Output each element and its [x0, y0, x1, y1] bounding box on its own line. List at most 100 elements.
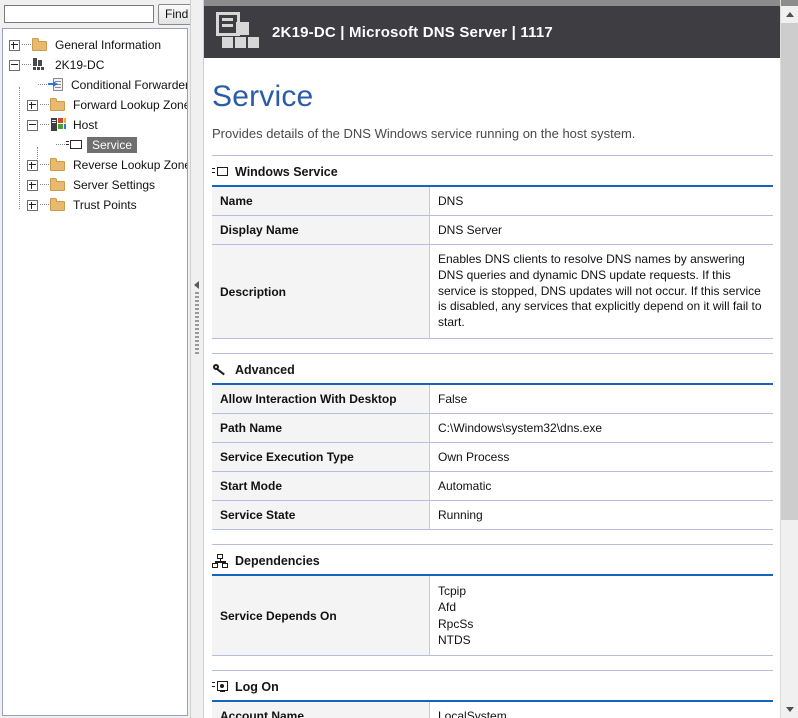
folder-icon	[50, 97, 66, 113]
domain-controller-icon	[32, 57, 48, 73]
section-header: Dependencies	[212, 544, 773, 574]
section-header: Windows Service	[212, 155, 773, 185]
search-input[interactable]	[4, 5, 154, 23]
sections-container: Windows Service Name DNS Display Name DNS Se…	[204, 155, 781, 718]
property-label: Service State	[212, 500, 430, 530]
property-label: Account Name	[212, 700, 430, 718]
chevron-up-icon	[785, 12, 794, 17]
tree-item-reverse-lookup-zones[interactable]: Reverse Lookup Zones	[3, 155, 187, 175]
property-value: Running	[429, 500, 773, 530]
windows-service-icon	[212, 164, 228, 180]
section-title: Windows Service	[235, 165, 338, 179]
properties-table: Name DNS Display Name DNS Server Description…	[212, 185, 773, 339]
property-label: Start Mode	[212, 471, 430, 501]
tree-item-host[interactable]: Host	[3, 115, 187, 135]
property-value: LocalSystem	[429, 700, 773, 718]
properties-table: Allow Interaction With Desktop False Path …	[212, 383, 773, 530]
pane-splitter[interactable]	[190, 0, 204, 718]
property-value: C:\Windows\system32\dns.exe	[429, 413, 773, 443]
table-row: Account Name LocalSystem	[212, 700, 773, 718]
section-dependencies: Dependencies Service Depends On Tcpip Afd …	[212, 544, 773, 656]
vertical-scrollbar[interactable]	[780, 0, 798, 718]
property-value: Enables DNS clients to resolve DNS names…	[429, 244, 773, 339]
scrollbar-top-strip	[781, 0, 798, 6]
navigation-tree[interactable]: General Information 2K19-DC Conditional Fo…	[2, 28, 188, 716]
tree-item-forward-lookup-zones[interactable]: Forward Lookup Zones	[3, 95, 187, 115]
property-label: Path Name	[212, 413, 430, 443]
tree-item-label: 2K19-DC	[55, 58, 105, 72]
collapse-pane-arrow-icon[interactable]	[194, 281, 199, 289]
section-title: Log On	[235, 679, 279, 694]
log-on-icon	[212, 679, 228, 695]
page-title: Service	[212, 80, 314, 113]
tree-item-label: Conditional Forwarders	[71, 78, 188, 92]
section-title: Advanced	[235, 363, 295, 378]
splitter-grip-icon[interactable]	[195, 292, 199, 354]
collapse-toggle[interactable]	[9, 59, 20, 71]
section-header: Log On	[212, 669, 773, 700]
folder-icon	[50, 177, 66, 193]
expand-toggle[interactable]	[27, 99, 38, 111]
service-icon	[66, 137, 82, 153]
property-value: DNS	[429, 186, 773, 216]
tree-item-server-settings[interactable]: Server Settings	[3, 175, 187, 195]
tree-item-general-information[interactable]: General Information	[3, 35, 187, 55]
section-windows-service: Windows Service Name DNS Display Name DNS Se…	[212, 155, 773, 339]
property-label: Description	[212, 244, 430, 339]
property-label: Display Name	[212, 215, 430, 245]
conditional-forwarder-icon	[48, 77, 64, 93]
tree-connector	[19, 87, 20, 209]
property-value: Automatic	[429, 471, 773, 501]
scroll-down-button[interactable]	[781, 701, 798, 718]
expand-toggle[interactable]	[9, 39, 20, 51]
details-title-bar: 2K19-DC | Microsoft DNS Server | 1117	[204, 6, 781, 58]
property-label: Service Depends On	[212, 575, 430, 656]
scroll-up-button[interactable]	[781, 6, 798, 23]
tree-item-label: Forward Lookup Zones	[73, 98, 188, 112]
page-subtitle: Provides details of the DNS Windows serv…	[212, 126, 636, 141]
tree-item-label: Trust Points	[73, 198, 137, 212]
tree-item-label: Service	[87, 137, 138, 153]
table-row: Service Execution Type Own Process	[212, 442, 773, 472]
table-row: Service State Running	[212, 500, 773, 530]
chevron-down-icon	[785, 707, 794, 712]
server-rack-icon	[212, 10, 260, 54]
tree-item-label: Reverse Lookup Zones	[73, 158, 188, 172]
tree-item-label: Host	[73, 118, 98, 132]
folder-icon	[50, 157, 66, 173]
scrollbar-thumb[interactable]	[781, 23, 798, 520]
navigation-pane: Find General Information 2K19-DC Condition…	[0, 0, 196, 718]
find-bar: Find	[0, 0, 196, 28]
property-label: Allow Interaction With Desktop	[212, 384, 430, 414]
table-row: Start Mode Automatic	[212, 471, 773, 501]
section-title: Dependencies	[235, 554, 320, 569]
tree-item-label: General Information	[55, 38, 162, 52]
property-value: False	[429, 384, 773, 414]
tree-item-trust-points[interactable]: Trust Points	[3, 195, 187, 215]
table-row: Display Name DNS Server	[212, 215, 773, 245]
table-row: Name DNS	[212, 186, 773, 216]
table-row: Service Depends On Tcpip Afd RpcSs NTDS	[212, 575, 773, 656]
property-value: DNS Server	[429, 215, 773, 245]
folder-icon	[50, 197, 66, 213]
property-value: Tcpip Afd RpcSs NTDS	[429, 575, 773, 656]
section-advanced: Advanced Allow Interaction With Desktop Fa…	[212, 353, 773, 530]
expand-toggle[interactable]	[27, 179, 38, 191]
tree-item-conditional-forwarders[interactable]: Conditional Forwarders	[3, 75, 187, 95]
folder-icon	[32, 37, 48, 53]
property-label: Name	[212, 186, 430, 216]
table-row: Path Name C:\Windows\system32\dns.exe	[212, 413, 773, 443]
properties-table: Service Depends On Tcpip Afd RpcSs NTDS	[212, 574, 773, 656]
section-header: Advanced	[212, 353, 773, 383]
expand-toggle[interactable]	[27, 199, 38, 211]
collapse-toggle[interactable]	[27, 119, 38, 131]
host-icon	[50, 117, 66, 133]
details-pane: 2K19-DC | Microsoft DNS Server | 1117 Se…	[204, 0, 798, 718]
tree-item-label: Server Settings	[73, 178, 156, 192]
table-row: Description Enables DNS clients to resolv…	[212, 244, 773, 339]
tree-item-2k19-dc[interactable]: 2K19-DC	[3, 55, 187, 75]
property-value: Own Process	[429, 442, 773, 472]
table-row: Allow Interaction With Desktop False	[212, 384, 773, 414]
properties-table: Account Name LocalSystem	[212, 699, 773, 718]
tree-item-service[interactable]: Service	[3, 135, 187, 155]
